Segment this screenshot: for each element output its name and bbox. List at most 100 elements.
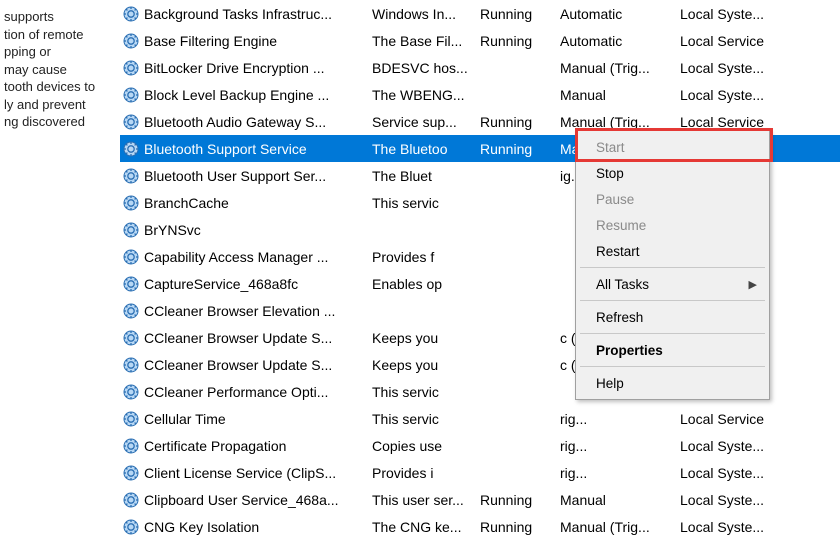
service-gear-icon	[122, 194, 140, 212]
service-description: Windows In...	[372, 6, 480, 22]
context-menu-item-refresh[interactable]: Refresh	[578, 304, 767, 330]
context-menu-item-stop[interactable]: Stop	[578, 160, 767, 186]
service-gear-icon	[122, 248, 140, 266]
service-status: Running	[480, 33, 560, 49]
service-startup-type: Manual (Trig...	[560, 60, 680, 76]
context-menu-label: Properties	[596, 343, 663, 358]
service-gear-icon	[122, 464, 140, 482]
context-menu-label: Stop	[596, 166, 624, 181]
service-gear-icon	[122, 383, 140, 401]
context-menu-separator	[580, 300, 765, 301]
context-menu-item-start: Start	[578, 134, 767, 160]
service-startup-type: Automatic	[560, 6, 680, 22]
service-name: Block Level Backup Engine ...	[144, 87, 329, 103]
service-logon-as: Local Syste...	[680, 438, 840, 454]
service-gear-icon	[122, 221, 140, 239]
context-menu-label: All Tasks	[596, 277, 649, 292]
service-logon-as: Local Service	[680, 114, 840, 130]
service-description: Copies use	[372, 438, 480, 454]
context-menu-label: Restart	[596, 244, 640, 259]
service-startup-type: Manual	[560, 87, 680, 103]
context-menu-item-resume: Resume	[578, 212, 767, 238]
context-menu-item-pause: Pause	[578, 186, 767, 212]
service-row[interactable]: Cellular Time This servic rig...Local Serv…	[120, 405, 840, 432]
service-name: CCleaner Performance Opti...	[144, 384, 328, 400]
context-menu-separator	[580, 366, 765, 367]
context-menu-item-restart[interactable]: Restart	[578, 238, 767, 264]
service-row[interactable]: Client License Service (ClipS...Provides…	[120, 459, 840, 486]
service-startup-type: Manual (Trig...	[560, 114, 680, 130]
service-gear-icon	[122, 275, 140, 293]
context-menu-separator	[580, 267, 765, 268]
service-gear-icon	[122, 113, 140, 131]
context-menu-label: Resume	[596, 218, 646, 233]
service-name: Base Filtering Engine	[144, 33, 277, 49]
service-description: This servic	[372, 411, 480, 427]
service-name: Capability Access Manager ...	[144, 249, 328, 265]
service-gear-icon	[122, 302, 140, 320]
service-description: Enables op	[372, 276, 480, 292]
service-description: The Bluetoo	[372, 141, 480, 157]
service-name: CCleaner Browser Elevation ...	[144, 303, 335, 319]
service-logon-as: Local Syste...	[680, 519, 840, 535]
service-row[interactable]: BitLocker Drive Encryption ... BDESVC hos…	[120, 54, 840, 81]
service-description: Provides f	[372, 249, 480, 265]
context-menu[interactable]: Start Stop Pause Resume Restart All Tasks▶ Ref…	[575, 130, 770, 400]
service-row[interactable]: Background Tasks Infrastruc... Windows In…	[120, 0, 840, 27]
context-menu-item-properties[interactable]: Properties	[578, 337, 767, 363]
service-description: The CNG ke...	[372, 519, 480, 535]
service-gear-icon	[122, 167, 140, 185]
service-description: This servic	[372, 384, 480, 400]
service-startup-type: Automatic	[560, 33, 680, 49]
service-startup-type: Manual (Trig...	[560, 519, 680, 535]
service-description: BDESVC hos...	[372, 60, 480, 76]
service-description: Service sup...	[372, 114, 480, 130]
service-description: The WBENG...	[372, 87, 480, 103]
service-gear-icon	[122, 86, 140, 104]
service-status: Running	[480, 141, 560, 157]
service-name: CNG Key Isolation	[144, 519, 259, 535]
service-logon-as: Local Service	[680, 411, 840, 427]
service-name: Background Tasks Infrastruc...	[144, 6, 332, 22]
service-startup-type: rig...	[560, 411, 680, 427]
service-description: Keeps you	[372, 357, 480, 373]
service-name: Cellular Time	[144, 411, 226, 427]
service-name: CaptureService_468a8fc	[144, 276, 298, 292]
service-name: CCleaner Browser Update S...	[144, 357, 332, 373]
service-row[interactable]: CNG Key Isolation The CNG ke...RunningMan…	[120, 513, 840, 540]
service-logon-as: Local Syste...	[680, 465, 840, 481]
context-menu-label: Pause	[596, 192, 634, 207]
service-logon-as: Local Syste...	[680, 60, 840, 76]
service-status: Running	[480, 519, 560, 535]
service-gear-icon	[122, 410, 140, 428]
service-logon-as: Local Syste...	[680, 87, 840, 103]
service-status: Running	[480, 6, 560, 22]
service-startup-type: rig...	[560, 438, 680, 454]
context-menu-separator	[580, 333, 765, 334]
description-text: supports tion of remote pping or may cau…	[4, 8, 116, 131]
service-status: Running	[480, 114, 560, 130]
context-menu-label: Start	[596, 140, 625, 155]
service-description: The Bluet	[372, 168, 480, 184]
service-name: Certificate Propagation	[144, 438, 286, 454]
service-name: CCleaner Browser Update S...	[144, 330, 332, 346]
service-name: BranchCache	[144, 195, 229, 211]
service-name: BrYNSvc	[144, 222, 201, 238]
service-description: Keeps you	[372, 330, 480, 346]
service-row[interactable]: Base Filtering Engine The Base Fil...Runn…	[120, 27, 840, 54]
service-name: BitLocker Drive Encryption ...	[144, 60, 325, 76]
context-menu-label: Help	[596, 376, 624, 391]
service-row[interactable]: Block Level Backup Engine ... The WBENG..…	[120, 81, 840, 108]
service-gear-icon	[122, 32, 140, 50]
service-gear-icon	[122, 356, 140, 374]
service-description: The Base Fil...	[372, 33, 480, 49]
service-name: Client License Service (ClipS...	[144, 465, 336, 481]
service-gear-icon	[122, 140, 140, 158]
context-menu-item-help[interactable]: Help	[578, 370, 767, 396]
service-logon-as: Local Service	[680, 33, 840, 49]
service-gear-icon	[122, 437, 140, 455]
service-row[interactable]: Certificate Propagation Copies use rig...L…	[120, 432, 840, 459]
service-gear-icon	[122, 518, 140, 536]
context-menu-item-alltasks[interactable]: All Tasks▶	[578, 271, 767, 297]
service-gear-icon	[122, 329, 140, 347]
